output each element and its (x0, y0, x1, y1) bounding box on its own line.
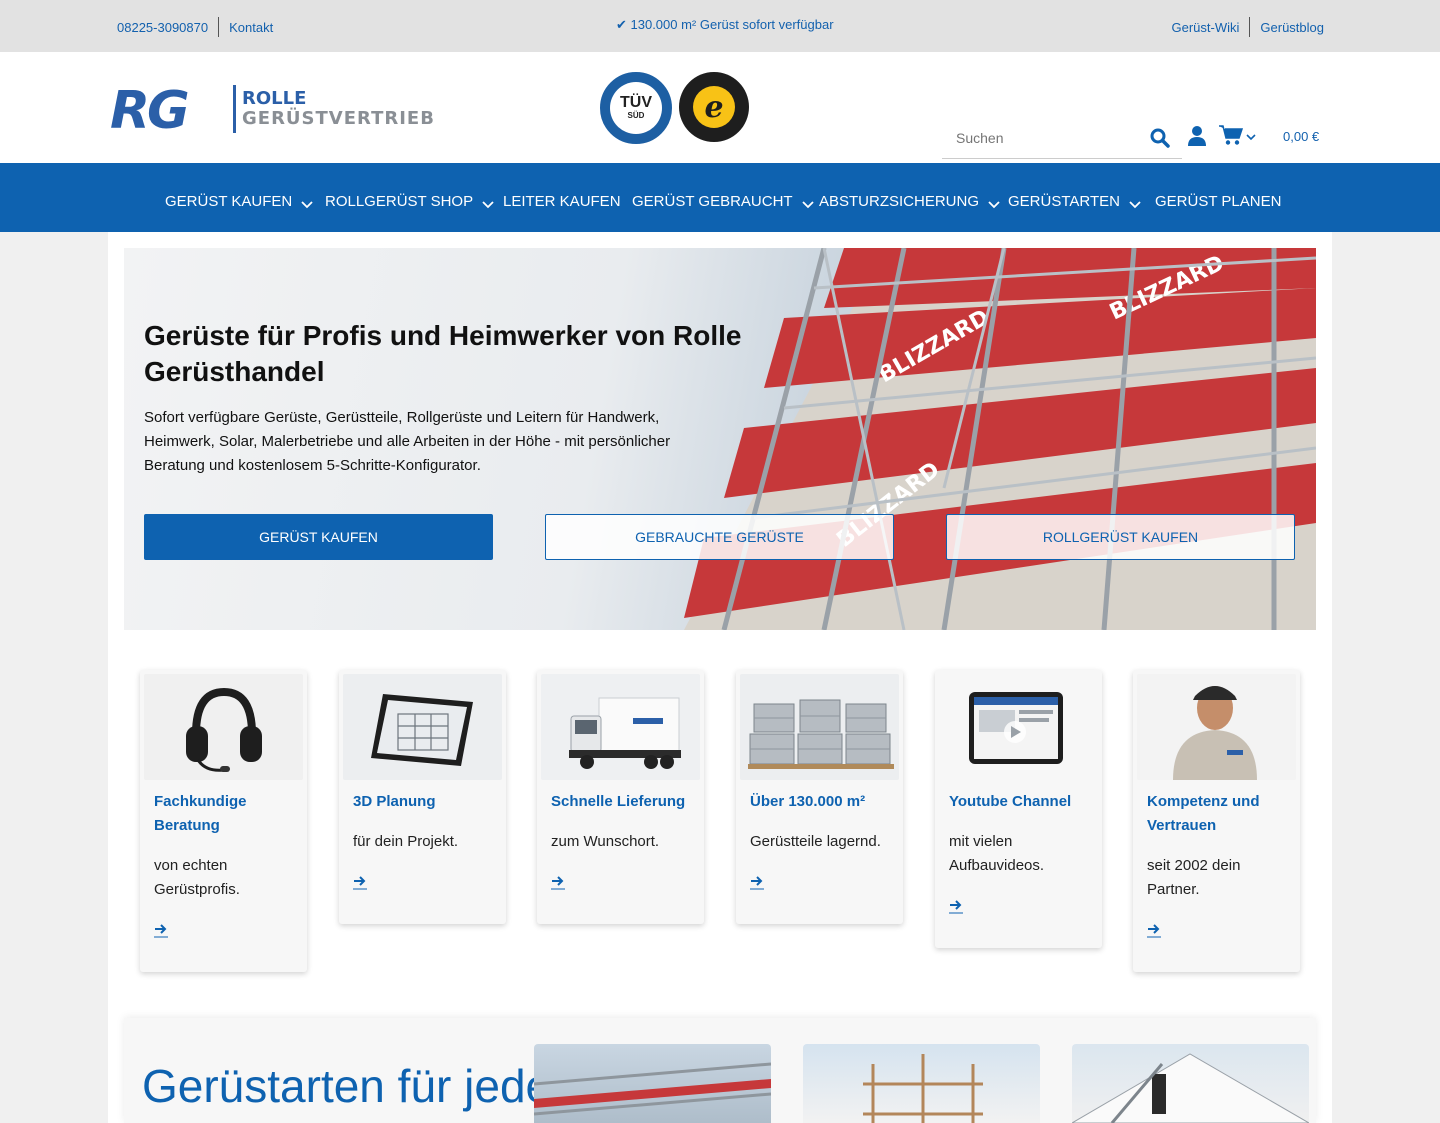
phone-link[interactable]: 08225-3090870 (117, 20, 208, 35)
person-image (1137, 674, 1296, 780)
logo-line-2: GERÜSTVERTRIEB (242, 108, 435, 129)
nav-item-leiter-kaufen[interactable]: LEITER KAUFEN (503, 193, 621, 210)
nav-item-geruestarten[interactable]: GERÜSTARTEN (1008, 193, 1142, 210)
chevron-down-icon[interactable] (1245, 132, 1257, 142)
nav-item-geruest-kaufen[interactable]: GERÜST KAUFEN (165, 193, 314, 210)
hero-text: Sofort verfügbare Gerüste, Gerüstteile, … (144, 409, 671, 474)
feature-card-stock[interactable]: Über 130.000 m² Gerüstteile lagernd. (736, 670, 903, 924)
logo-divider (233, 85, 236, 133)
headset-image (144, 674, 303, 780)
card-title: Youtube Channel (949, 793, 1072, 810)
chevron-down-icon (301, 200, 313, 208)
scaffold-type-image-1[interactable] (534, 1044, 771, 1123)
feature-card-trust[interactable]: Kompetenz und Vertrauen seit 2002 dein P… (1133, 670, 1300, 972)
top-bar-left: 08225-3090870 Kontakt (117, 17, 273, 37)
divider (218, 17, 220, 37)
card-title: Über 130.000 m² (750, 793, 866, 810)
chevron-down-icon (482, 200, 494, 208)
arrow-right-icon[interactable] (353, 874, 367, 890)
scaffold-types-section: Gerüstarten für jeden Einsatz (124, 1018, 1316, 1123)
arrow-right-icon[interactable] (949, 898, 963, 914)
card-description: für dein Projekt. (353, 833, 459, 850)
main-navigation: GERÜST KAUFEN ROLLGERÜST SHOP LEITER KAU… (0, 163, 1440, 232)
arrow-right-icon[interactable] (750, 874, 764, 890)
logo-line-1: ROLLE (242, 88, 307, 109)
arrow-right-icon[interactable] (154, 922, 168, 938)
chevron-down-icon (988, 200, 1000, 208)
search-box (942, 122, 1182, 159)
trusted-shops-e: e (693, 86, 735, 128)
feature-card-youtube[interactable]: Youtube Channel mit vielen Aufbauvideos. (935, 670, 1102, 948)
card-title: Kompetenz und Vertrauen (1147, 793, 1260, 834)
cart-icon[interactable] (1219, 124, 1243, 146)
arrow-right-icon[interactable] (1147, 922, 1161, 938)
divider (1249, 17, 1251, 37)
card-description: von echten Gerüstprofis. (154, 857, 240, 898)
search-icon[interactable] (1148, 126, 1172, 150)
truck-image (541, 674, 700, 780)
pallets-image (740, 674, 899, 780)
top-bar: 08225-3090870 Kontakt ✔ 130.000 m² Gerüs… (0, 0, 1440, 52)
arrow-right-icon[interactable] (551, 874, 565, 890)
card-title: Schnelle Lieferung (551, 793, 686, 810)
promo-text: ✔ 130.000 m² Gerüst sofort verfügbar (616, 17, 834, 32)
chevron-down-icon (801, 200, 814, 208)
tuv-badge[interactable]: TÜV SÜD (600, 72, 672, 144)
used-scaffolds-button[interactable]: Gebrauchte Gerüste (545, 514, 894, 560)
feature-card-consulting[interactable]: Fachkundige Beratung von echten Gerüstpr… (140, 670, 307, 972)
hero-title: Gerüste für Profis und Heimwerker von Ro… (144, 320, 742, 387)
trusted-shops-badge[interactable]: e (679, 72, 749, 142)
top-bar-right: Gerüst-Wiki Gerüstblog (1172, 17, 1324, 37)
feature-card-3d-planning[interactable]: 3D Planung für dein Projekt. (339, 670, 506, 924)
nav-item-rollgeruest-shop[interactable]: ROLLGERÜST SHOP (325, 193, 495, 210)
tablet-image (343, 674, 502, 780)
cart-total[interactable]: 0,00 € (1283, 129, 1319, 144)
video-tablet-image (939, 674, 1098, 780)
scaffold-type-image-3[interactable] (1072, 1044, 1309, 1123)
blog-link[interactable]: Gerüstblog (1260, 20, 1324, 35)
card-title: 3D Planung (353, 793, 436, 810)
buy-scaffold-button[interactable]: Gerüst kaufen (144, 514, 493, 560)
scaffold-type-image-2[interactable] (803, 1044, 1040, 1123)
card-title: Fachkundige Beratung (154, 793, 247, 834)
search-input[interactable] (956, 130, 1136, 146)
site-header: RG ROLLE GERÜSTVERTRIEB TÜV SÜD e 0,00 € (0, 52, 1440, 163)
logo-mark: RG (110, 81, 190, 141)
card-description: seit 2002 dein Partner. (1147, 857, 1241, 898)
chevron-down-icon (1129, 200, 1141, 208)
buy-mobile-scaffold-button[interactable]: Rollgerüst kaufen (946, 514, 1295, 560)
company-logo[interactable]: RG ROLLE GERÜSTVERTRIEB (110, 85, 456, 137)
account-icon[interactable] (1187, 125, 1207, 147)
nav-item-geruest-planen[interactable]: GERÜST PLANEN (1155, 193, 1281, 210)
card-description: mit vielen Aufbauvideos. (949, 833, 1045, 874)
hero-banner: BLIZZARD BLIZZARD BLIZZARD Gerüste für P… (124, 248, 1316, 630)
tuv-sub: SÜD (627, 111, 645, 120)
nav-item-absturzsicherung[interactable]: ABSTURZSICHERUNG (819, 193, 1001, 210)
nav-item-geruest-gebraucht[interactable]: GERÜST GEBRAUCHT (632, 193, 815, 210)
wiki-link[interactable]: Gerüst-Wiki (1172, 20, 1240, 35)
feature-card-delivery[interactable]: Schnelle Lieferung zum Wunschort. (537, 670, 704, 924)
card-description: zum Wunschort. (551, 833, 660, 850)
contact-link[interactable]: Kontakt (229, 20, 273, 35)
card-description: Gerüstteile lagernd. (750, 833, 881, 850)
tuv-label: TÜV (620, 94, 652, 111)
